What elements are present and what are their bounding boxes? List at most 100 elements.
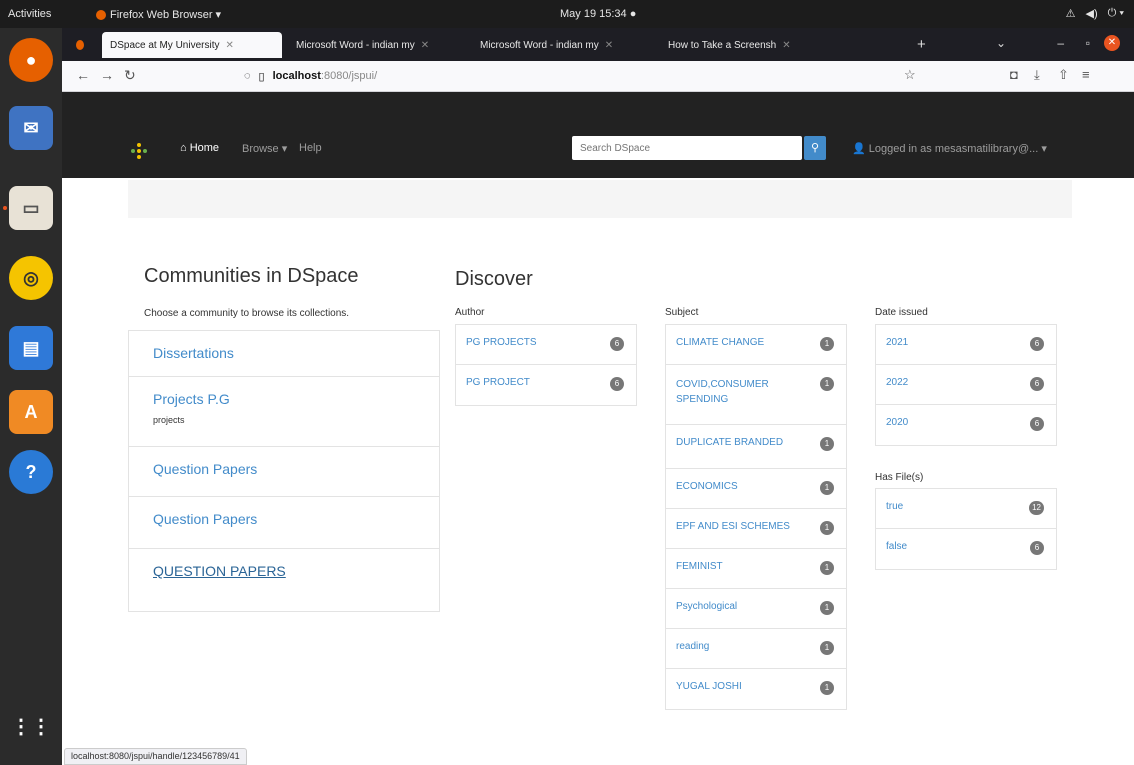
reload-icon[interactable]: ↻ — [124, 67, 136, 84]
community-link-question-papers-2[interactable]: Question Papers — [153, 511, 257, 527]
count-badge: 1 — [820, 601, 834, 615]
search-input[interactable] — [572, 136, 802, 160]
software-center-icon[interactable]: A — [9, 390, 53, 434]
share-icon[interactable]: ⇧ — [1058, 67, 1069, 83]
facet-item[interactable]: ECONOMICS 1 — [666, 469, 846, 509]
maximize-icon[interactable]: ▫ — [1086, 36, 1090, 50]
clock[interactable]: May 19 15:34 ● — [560, 8, 636, 20]
count-badge: 1 — [820, 561, 834, 575]
rhythmbox-icon[interactable]: ◎ — [9, 256, 53, 300]
tab-screenshot[interactable]: How to Take a Screensh ✕ — [660, 32, 840, 58]
list-item: QUESTION PAPERS — [129, 549, 439, 611]
network-icon: ⚠ — [1065, 8, 1076, 20]
user-menu[interactable]: 👤 Logged in as mesasmatilibrary@... ▾ — [852, 142, 1047, 155]
firefox-dock-icon[interactable]: ● — [9, 38, 53, 82]
discover-title: Discover — [455, 268, 533, 290]
new-tab-icon[interactable]: + — [917, 36, 926, 53]
shield-icon[interactable]: ◌ — [244, 70, 251, 82]
count-badge: 6 — [610, 377, 624, 391]
facet-heading-date-issued: Date issued — [875, 307, 928, 318]
count-badge: 6 — [1030, 417, 1044, 431]
dspace-navbar: ⌂ Home Browse ▾ Help ⚲ 👤 Logged in as me… — [62, 92, 1134, 178]
search-button[interactable]: ⚲ — [804, 136, 826, 160]
community-link-question-papers-3[interactable]: QUESTION PAPERS — [153, 563, 286, 579]
facet-list-date-issued: 2021 6 2022 6 2020 6 — [875, 324, 1057, 446]
tab-dspace[interactable]: DSpace at My University ✕ — [102, 32, 282, 58]
volume-icon: ◀) — [1085, 8, 1098, 20]
close-tab-icon[interactable]: ✕ — [782, 40, 790, 51]
thunderbird-icon[interactable]: ✉ — [9, 106, 53, 150]
facet-item[interactable]: 2021 6 — [876, 325, 1056, 365]
facet-list-author: PG PROJECTS 6 PG PROJECT 6 — [455, 324, 637, 406]
firefox-view-icon[interactable] — [68, 32, 92, 58]
app-menu[interactable]: Firefox Web Browser ▾ — [96, 8, 221, 21]
count-badge: 6 — [1030, 541, 1044, 555]
nav-home[interactable]: ⌂ Home — [180, 142, 219, 154]
close-tab-icon[interactable]: ✕ — [421, 40, 429, 51]
facet-heading-subject: Subject — [665, 307, 699, 318]
files-icon[interactable]: ▭ — [9, 186, 53, 230]
downloads-icon[interactable]: ⤓ — [1034, 67, 1040, 83]
app-menu-label: Firefox Web Browser ▾ — [110, 9, 222, 21]
facet-item[interactable]: EPF AND ESI SCHEMES 1 — [666, 509, 846, 549]
help-icon[interactable]: ? — [9, 450, 53, 494]
facet-item[interactable]: CLIMATE CHANGE 1 — [666, 325, 846, 365]
menu-icon[interactable]: ≡ — [1082, 67, 1090, 82]
list-item: Dissertations — [129, 331, 439, 377]
tab-label: Microsoft Word - indian my — [480, 39, 599, 51]
url-host: localhost — [272, 70, 321, 82]
community-link-dissertations[interactable]: Dissertations — [153, 345, 234, 361]
close-tab-icon[interactable]: ✕ — [605, 40, 613, 51]
close-window-icon[interactable]: ✕ — [1104, 35, 1120, 51]
community-link-question-papers-1[interactable]: Question Papers — [153, 461, 257, 477]
list-item: Projects P.G projects — [129, 377, 439, 447]
close-tab-icon[interactable]: ✕ — [225, 40, 233, 51]
show-apps-icon[interactable]: ⋮⋮ — [9, 704, 53, 748]
community-link-projects-pg[interactable]: Projects P.G — [153, 391, 439, 407]
list-tabs-icon[interactable]: ⌄ — [996, 36, 1006, 50]
link-status-bar: localhost:8080/jspui/handle/123456789/41 — [64, 748, 247, 765]
facet-item[interactable]: FEMINIST 1 — [666, 549, 846, 589]
facet-item[interactable]: reading 1 — [666, 629, 846, 669]
facet-item[interactable]: false 6 — [876, 529, 1056, 569]
facet-item[interactable]: true 12 — [876, 489, 1056, 529]
facet-item[interactable]: PG PROJECTS 6 — [456, 325, 636, 365]
count-badge: 6 — [1030, 337, 1044, 351]
activities-button[interactable]: Activities — [8, 8, 51, 20]
search-icon: ⚲ — [810, 142, 820, 154]
forward-icon[interactable]: → — [100, 67, 114, 83]
pocket-icon[interactable]: ◘ — [1010, 67, 1018, 82]
communities-title: Communities in DSpace — [144, 265, 359, 287]
tab-label: How to Take a Screensh — [668, 39, 777, 51]
facet-item[interactable]: 2022 6 — [876, 365, 1056, 405]
tab-word-1[interactable]: Microsoft Word - indian my ✕ — [288, 32, 468, 58]
power-icon: ⏻ ▾ — [1107, 7, 1124, 19]
back-icon[interactable]: ← — [76, 67, 90, 83]
system-tray[interactable]: ⚠ ◀) ⏻ ▾ — [1066, 7, 1124, 20]
tab-label: DSpace at My University — [110, 39, 220, 51]
url-bar[interactable]: ◌ ▯ localhost:8080/jspui/ — [232, 64, 942, 88]
writer-icon[interactable]: ▤ — [9, 326, 53, 370]
facet-item[interactable]: 2020 6 — [876, 405, 1056, 445]
communities-list: Dissertations Projects P.G projects Ques… — [128, 330, 440, 612]
count-badge: 6 — [610, 337, 624, 351]
facet-item[interactable]: YUGAL JOSHI 1 — [666, 669, 846, 709]
facet-item[interactable]: Psychological 1 — [666, 589, 846, 629]
nav-help[interactable]: Help — [299, 142, 322, 154]
count-badge: 1 — [820, 481, 834, 495]
tab-word-2[interactable]: Microsoft Word - indian my ✕ — [472, 32, 652, 58]
minimize-icon[interactable]: – — [1057, 36, 1064, 50]
facet-item[interactable]: COVID,CONSUMER SPENDING 1 — [666, 365, 846, 425]
count-badge: 1 — [820, 521, 834, 535]
count-badge: 1 — [820, 681, 834, 695]
bookmark-star-icon[interactable]: ☆ — [904, 67, 916, 83]
facet-list-subject: CLIMATE CHANGE 1 COVID,CONSUMER SPENDING 1… — [665, 324, 847, 710]
list-item: Question Papers — [129, 497, 439, 549]
dspace-logo-icon[interactable] — [130, 142, 148, 160]
breadcrumb — [128, 180, 1072, 218]
browser-toolbar: ← → ↻ ◌ ▯ localhost:8080/jspui/ ☆ ◘ ⤓ ⇧ … — [62, 61, 1134, 92]
count-badge: 12 — [1029, 501, 1044, 515]
nav-browse[interactable]: Browse ▾ — [242, 142, 287, 155]
facet-item[interactable]: DUPLICATE BRANDED 1 — [666, 425, 846, 469]
facet-item[interactable]: PG PROJECT 6 — [456, 365, 636, 405]
